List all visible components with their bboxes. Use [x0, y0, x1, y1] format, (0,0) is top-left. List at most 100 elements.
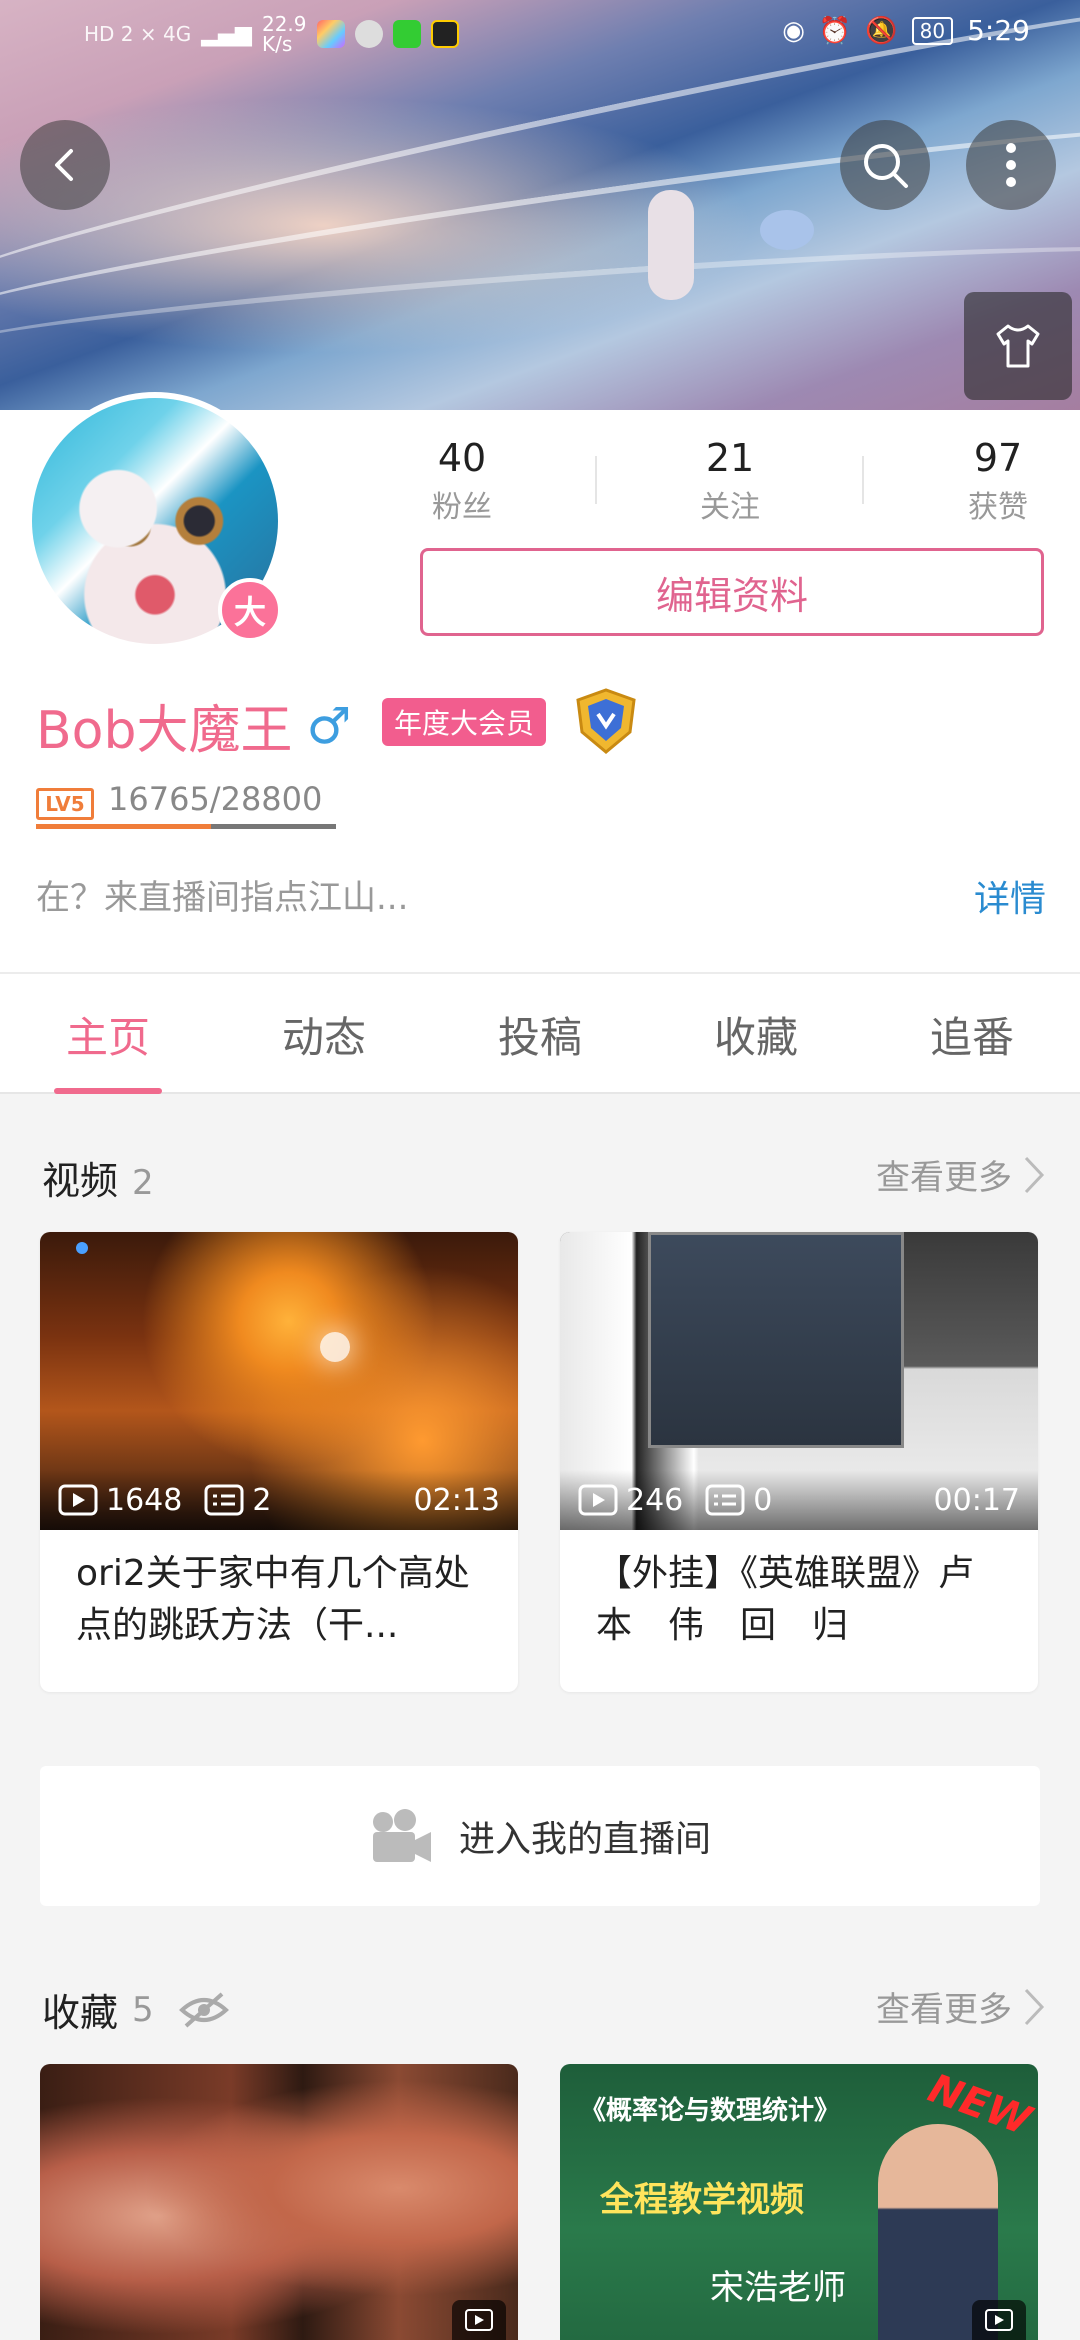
alarm-icon: ⏰: [818, 15, 852, 46]
status-left: HD 2 × 4G ▂▄▆ 22.9 K/s: [84, 14, 459, 54]
tab-submissions[interactable]: 投稿: [432, 974, 648, 1094]
banner-character: [648, 190, 694, 300]
stat-fans[interactable]: 40 粉丝: [372, 436, 552, 526]
stat-value: 40: [437, 436, 487, 480]
tshirt-icon: [996, 324, 1040, 368]
signature: 在？来直播间指点江山...: [36, 878, 409, 918]
tab-home[interactable]: 主页: [0, 974, 216, 1094]
tab-label: 动态: [281, 1012, 366, 1062]
playlist-play-icon: [452, 2300, 506, 2340]
vip-avatar-badge: 大: [218, 578, 282, 642]
thumb-text: 《概率论与数理统计》: [579, 2096, 840, 2126]
search-icon: [864, 144, 908, 188]
playlist-play-icon: [972, 2300, 1026, 2340]
status-right: ◉ ⏰ 🔕 80 5:29: [782, 14, 1030, 47]
back-button[interactable]: [20, 120, 110, 210]
exp-progress-bar: [36, 824, 336, 829]
network-speed: 22.9 K/s: [262, 14, 307, 54]
tab-label: 投稿: [497, 1012, 582, 1062]
danmaku-icon: [204, 1484, 244, 1516]
network-speed-unit: K/s: [261, 32, 293, 56]
video-thumbnail: 1648 2 02:13: [40, 1232, 518, 1530]
profile-card: 大 40 粉丝 21 关注 97 获赞 编辑资料 Bob大魔王 ♂ 年度大会员 …: [0, 392, 1080, 972]
exp-progress-fill: [36, 824, 211, 829]
username-row: Bob大魔王 ♂: [36, 688, 351, 763]
network-speed-value: 22.9: [261, 12, 307, 36]
chevron-right-icon: [1024, 1988, 1045, 2025]
video-thumbnail: 246 0 00:17: [560, 1232, 1038, 1530]
eye-slash-icon[interactable]: [178, 1990, 230, 2030]
status-bar: HD 2 × 4G ▂▄▆ 22.9 K/s ◉ ⏰ 🔕 80 5:29: [0, 0, 1080, 70]
username: Bob大魔王: [36, 701, 293, 761]
more-label: 查看更多: [876, 1990, 1012, 2030]
chevron-right-icon: [1024, 1156, 1045, 1193]
stat-label: 关注: [700, 490, 760, 525]
tab-label: 追番: [929, 1012, 1014, 1062]
thumb-detail: [320, 1332, 350, 1362]
mute-icon: 🔕: [865, 15, 898, 46]
app-notification-icon: [316, 20, 345, 48]
tab-label: 收藏: [713, 1012, 798, 1062]
danmaku-count: 2: [252, 1482, 272, 1518]
video-meta-bar: 246 0 00:17: [560, 1470, 1038, 1530]
vip-tag[interactable]: 年度大会员: [382, 698, 547, 746]
more-label: 查看更多: [876, 1158, 1012, 1198]
detail-link[interactable]: 详情: [974, 870, 1046, 922]
app-notification-icon: [430, 20, 459, 48]
tab-bangumi[interactable]: 追番: [864, 974, 1080, 1094]
videos-section-header: 视频 2: [42, 1150, 154, 1205]
video-meta-bar: 1648 2 02:13: [40, 1470, 518, 1530]
video-duration: 00:17: [933, 1482, 1020, 1518]
clock: 5:29: [967, 14, 1030, 47]
camera-icon: [372, 1809, 431, 1862]
danmaku-count: 0: [753, 1482, 773, 1518]
profile-banner: HD 2 × 4G ▂▄▆ 22.9 K/s ◉ ⏰ 🔕 80 5:29: [0, 0, 1080, 410]
level-badge: LV5: [36, 788, 94, 820]
more-button[interactable]: [966, 120, 1056, 210]
play-icon: [58, 1484, 98, 1516]
eye-comfort-icon: ◉: [782, 15, 805, 46]
banner-character: [760, 210, 814, 250]
favorite-card[interactable]: [40, 2064, 518, 2340]
favorites-more-link[interactable]: 查看更多: [876, 1982, 1046, 2031]
danmaku-icon: [705, 1484, 745, 1516]
section-title: 视频: [42, 1159, 119, 1203]
search-button[interactable]: [840, 120, 930, 210]
stat-divider: [862, 456, 864, 504]
play-icon: [578, 1484, 618, 1516]
favorites-section-header: 收藏 5: [42, 1982, 230, 2037]
tab-dynamics[interactable]: 动态: [216, 974, 432, 1094]
video-title: ori2关于家中有几个高处点的跳跃方法（干...: [76, 1553, 470, 1646]
videos-more-link[interactable]: 查看更多: [876, 1150, 1046, 1199]
battery-indicator: 80: [911, 16, 954, 45]
video-card[interactable]: 1648 2 02:13 ori2关于家中有几个高处点的跳跃方法（干...: [40, 1232, 518, 1692]
medal-icon[interactable]: [568, 686, 644, 756]
favorite-thumbnail: 《概率论与数理统计》 全程教学视频 宋浩老师 NEW: [560, 2064, 1038, 2340]
stat-value: 21: [705, 436, 755, 480]
view-count: 1648: [106, 1482, 183, 1518]
video-duration: 02:13: [413, 1482, 500, 1518]
stat-following[interactable]: 21 关注: [640, 436, 820, 526]
signal-icon: ▂▄▆: [201, 21, 252, 47]
view-count: 246: [626, 1482, 684, 1518]
network-indicators: HD 2 × 4G: [84, 22, 192, 46]
message-notification-icon: [354, 20, 383, 48]
tab-favorites[interactable]: 收藏: [648, 974, 864, 1094]
enter-live-room-button[interactable]: 进入我的直播间: [40, 1766, 1040, 1906]
theme-dress-button[interactable]: [964, 292, 1072, 400]
stat-likes[interactable]: 97 获赞: [908, 436, 1080, 526]
back-arrow-icon: [55, 149, 73, 181]
thumb-text: 全程教学视频: [600, 2180, 804, 2220]
thumb-text: 宋浩老师: [710, 2268, 846, 2308]
stat-value: 97: [973, 436, 1023, 480]
edit-profile-button[interactable]: 编辑资料: [420, 548, 1044, 636]
stat-divider: [595, 456, 597, 504]
stat-label: 粉丝: [432, 490, 492, 525]
thumb-detail: [648, 1232, 904, 1448]
section-count: 2: [132, 1163, 154, 1203]
thumb-detail: [76, 1242, 88, 1254]
live-entry-label: 进入我的直播间: [458, 1819, 711, 1860]
profile-tabs: 主页 动态 投稿 收藏 追番: [0, 972, 1080, 1094]
video-card[interactable]: 246 0 00:17 【外挂】《英雄联盟》卢 本 伟 回 归: [560, 1232, 1038, 1692]
favorite-card[interactable]: 《概率论与数理统计》 全程教学视频 宋浩老师 NEW: [560, 2064, 1038, 2340]
